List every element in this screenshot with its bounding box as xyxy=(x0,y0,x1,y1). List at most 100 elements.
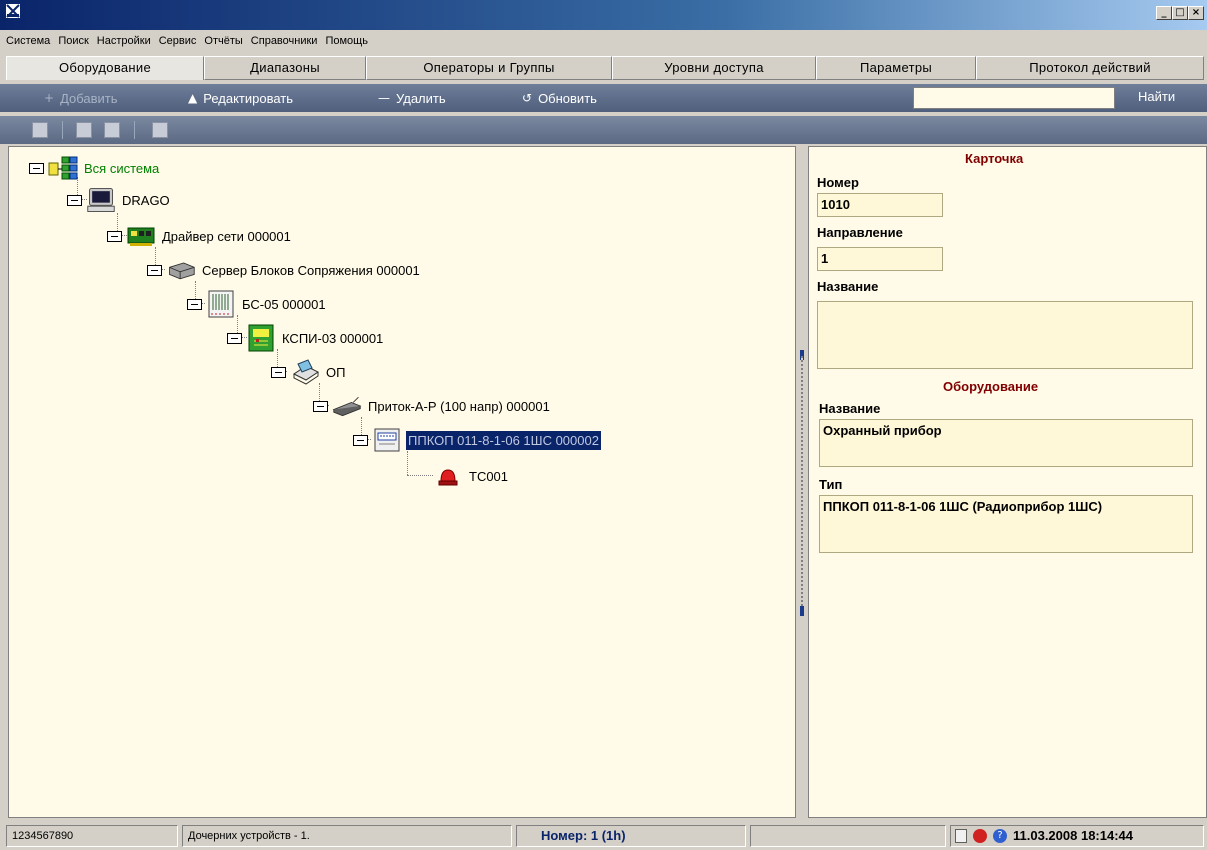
interface-block-icon xyxy=(206,290,236,318)
tree-node-label: Сервер Блоков Сопряжения 000001 xyxy=(202,262,420,278)
collapse-toggle[interactable] xyxy=(29,162,44,174)
find-button[interactable]: Найти xyxy=(1138,89,1175,104)
status-number: Номер: 1 (1h) xyxy=(516,825,746,847)
grid-icon[interactable] xyxy=(152,122,168,138)
tree-node-label: БС-05 000001 xyxy=(242,296,326,312)
tree-node-label: КСПИ-03 000001 xyxy=(282,330,384,346)
secondary-toolbar xyxy=(0,116,1207,144)
collapse-toggle[interactable] xyxy=(227,332,242,344)
status-serial: 1234567890 xyxy=(6,825,178,847)
refresh-button[interactable]: ↺ Обновить xyxy=(522,89,597,107)
tree-node-op[interactable]: ОП xyxy=(271,357,347,387)
tree-node-pritok[interactable]: Приток-А-Р (100 напр) 000001 xyxy=(313,391,552,421)
collapse-toggle[interactable] xyxy=(271,366,286,378)
window-controls: _ □ × xyxy=(1156,6,1204,20)
menu-search[interactable]: Поиск xyxy=(58,35,88,47)
number-field[interactable]: 1010 xyxy=(817,193,943,217)
tree-node-ppkop[interactable]: ППКОП 011-8-1-06 1ШС 000002 xyxy=(353,425,601,455)
tree-node-network-driver[interactable]: Драйвер сети 000001 xyxy=(107,221,293,251)
splitter-grip xyxy=(801,356,803,606)
copy-icon[interactable] xyxy=(76,122,92,138)
control-panel-icon xyxy=(372,427,402,453)
toolbar-separator xyxy=(62,121,63,139)
alarm-icon[interactable] xyxy=(973,829,987,843)
card-panel: Карточка Номер 1010 Направление 1 Назван… xyxy=(808,146,1207,818)
tree-node-label: ОП xyxy=(326,364,346,380)
tree-node-kspi03[interactable]: КСПИ-03 000001 xyxy=(227,323,385,353)
panel-splitter[interactable] xyxy=(798,146,806,818)
tree-node-label: ППКОП 011-8-1-06 1ШС 000002 xyxy=(406,430,601,450)
tab-ranges[interactable]: Диапазоны xyxy=(204,56,366,80)
close-button[interactable]: × xyxy=(1188,6,1204,20)
app-icon xyxy=(6,4,20,18)
tree-node-tc001[interactable]: ТС001 xyxy=(433,461,510,491)
computer-icon xyxy=(86,187,116,213)
network-card-icon xyxy=(126,223,156,249)
collapse-toggle[interactable] xyxy=(313,400,328,412)
maximize-button[interactable]: □ xyxy=(1172,6,1188,20)
splitter-arrow-icon[interactable] xyxy=(800,606,804,616)
equipment-tree: Вся система DRAGO Драйвер сети 000001 Се… xyxy=(8,146,796,818)
tree-node-label: DRAGO xyxy=(122,192,170,208)
equipment-type-label: Тип xyxy=(819,477,843,492)
equipment-section-title: Оборудование xyxy=(943,379,1039,394)
collapse-toggle[interactable] xyxy=(147,264,162,276)
plus-icon: + xyxy=(44,91,55,105)
collapse-toggle[interactable] xyxy=(353,434,368,446)
refresh-button-label: Обновить xyxy=(538,90,597,106)
main-tabs: Оборудование Диапазоны Операторы и Групп… xyxy=(6,56,1204,80)
equipment-name-field[interactable]: Охранный прибор xyxy=(819,419,1193,467)
menu-system[interactable]: Система xyxy=(6,35,50,47)
card-title: Карточка xyxy=(965,151,1024,166)
tab-operators-groups[interactable]: Операторы и Группы xyxy=(366,56,612,80)
number-label: Номер xyxy=(817,175,859,190)
edit-button[interactable]: ▲ Редактировать xyxy=(188,89,293,107)
properties-icon[interactable] xyxy=(104,122,120,138)
radio-receiver-icon xyxy=(332,393,362,419)
name-label: Название xyxy=(817,279,879,294)
menu-references[interactable]: Справочники xyxy=(251,35,318,47)
add-button-label: Добавить xyxy=(60,90,118,106)
search-input[interactable] xyxy=(913,87,1115,109)
minimize-button[interactable]: _ xyxy=(1156,6,1172,20)
refresh-icon: ↺ xyxy=(522,91,533,105)
tab-access-levels[interactable]: Уровни доступа xyxy=(612,56,816,80)
minus-icon: — xyxy=(378,91,390,105)
menu-service[interactable]: Сервис xyxy=(159,35,197,47)
direction-field[interactable]: 1 xyxy=(817,247,943,271)
tree-node-interface-server[interactable]: Сервер Блоков Сопряжения 000001 xyxy=(147,255,422,285)
tree-node-label: Вся система xyxy=(84,160,160,176)
document-icon[interactable] xyxy=(955,829,967,843)
collapse-toggle[interactable] xyxy=(67,194,82,206)
equipment-type-field[interactable]: ППКОП 011-8-1-06 1ШС (Радиоприбор 1ШС) xyxy=(819,495,1193,553)
delete-button[interactable]: — Удалить xyxy=(378,89,446,107)
toolbar-separator xyxy=(134,121,135,139)
collapse-toggle[interactable] xyxy=(187,298,202,310)
operator-station-icon xyxy=(290,359,320,385)
direction-label: Направление xyxy=(817,225,903,240)
tree-node-bs05[interactable]: БС-05 000001 xyxy=(187,289,328,319)
red-siren-icon xyxy=(433,463,463,489)
new-item-icon[interactable] xyxy=(32,122,48,138)
collapse-toggle[interactable] xyxy=(107,230,122,242)
tree-node-whole-system[interactable]: Вся система xyxy=(29,153,161,183)
add-button[interactable]: + Добавить xyxy=(44,89,118,107)
tab-parameters[interactable]: Параметры xyxy=(816,56,976,80)
delete-button-label: Удалить xyxy=(396,90,446,106)
status-datetime-cell: ? 11.03.2008 18:14:44 xyxy=(950,825,1204,847)
menu-help[interactable]: Помощь xyxy=(325,35,368,47)
menu-settings[interactable]: Настройки xyxy=(97,35,151,47)
status-children: Дочерних устройств - 1. xyxy=(182,825,512,847)
tab-equipment[interactable]: Оборудование xyxy=(6,56,204,80)
tree-node-drago[interactable]: DRAGO xyxy=(67,185,172,215)
menu-reports[interactable]: Отчёты xyxy=(204,35,242,47)
equipment-name-label: Название xyxy=(819,401,881,416)
help-icon[interactable]: ? xyxy=(993,829,1007,843)
tree-node-label: ТС001 xyxy=(469,468,509,484)
status-bar: 1234567890 Дочерних устройств - 1. Номер… xyxy=(0,822,1207,850)
edit-button-label: Редактировать xyxy=(203,90,294,106)
status-empty xyxy=(750,825,946,847)
name-field[interactable] xyxy=(817,301,1193,369)
main-toolbar: + Добавить ▲ Редактировать — Удалить ↺ О… xyxy=(0,84,1207,112)
tab-action-log[interactable]: Протокол действий xyxy=(976,56,1204,80)
